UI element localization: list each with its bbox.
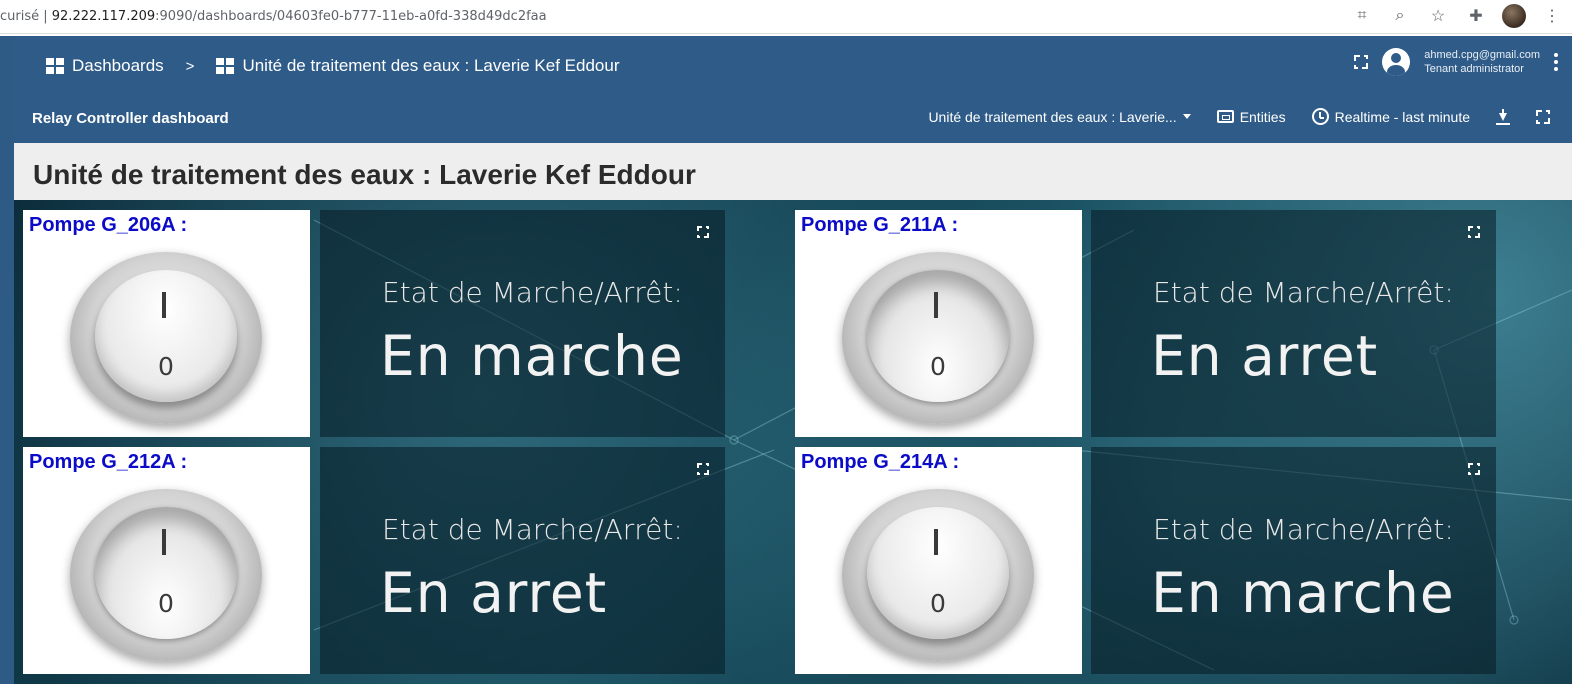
switch-knob[interactable]: 0	[95, 507, 237, 639]
browser-address-bar: curisé | 92.222.117.209:9090/dashboards/…	[0, 0, 1572, 34]
switch-on-mark	[934, 292, 938, 318]
extensions-icon[interactable]: ✚	[1464, 4, 1488, 28]
user-email: ahmed.cpg@gmail.com	[1424, 49, 1540, 61]
bookmark-star-icon[interactable]: ☆	[1426, 4, 1450, 28]
browser-menu-icon[interactable]: ⋮	[1540, 4, 1564, 28]
dashboard-title: Unité de traitement des eaux : Laverie K…	[33, 159, 696, 190]
pump-label: Pompe G_212A :	[29, 451, 188, 473]
side-nav-edge	[0, 36, 14, 684]
switch-knob[interactable]: 0	[867, 507, 1009, 639]
state-widget-g212a: Etat de Marche/Arrêt: En arret	[320, 447, 725, 674]
widget-fullscreen-icon[interactable]	[697, 226, 709, 238]
url-field[interactable]: curisé | 92.222.117.209:9090/dashboards/…	[0, 9, 547, 24]
switch-off-mark: 0	[158, 352, 174, 381]
switch-knob[interactable]: 0	[95, 270, 237, 402]
zoom-icon[interactable]: ⌕	[1388, 4, 1412, 28]
switch-widget-g212a: Pompe G_212A : 0	[23, 447, 310, 674]
state-widget-g206a: Etat de Marche/Arrêt: En marche	[320, 210, 725, 437]
switch-knob[interactable]: 0	[867, 270, 1009, 402]
rotary-switch[interactable]: 0	[70, 252, 262, 424]
state-widget-g214a: Etat de Marche/Arrêt: En marche	[1091, 447, 1496, 674]
breadcrumb-current: Unité de traitement des eaux : Laverie K…	[242, 56, 620, 75]
more-vert-icon[interactable]	[1554, 53, 1558, 71]
switch-off-mark: 0	[930, 589, 946, 618]
profile-avatar[interactable]	[1502, 4, 1526, 28]
state-label: Etat de Marche/Arrêt:	[382, 276, 683, 309]
state-value: En marche	[380, 324, 684, 388]
fullscreen-icon[interactable]	[1354, 55, 1369, 69]
state-label: Etat de Marche/Arrêt:	[1153, 513, 1454, 546]
entity-alias-value: Unité de traitement des eaux : Laverie..…	[928, 108, 1177, 125]
widget-fullscreen-icon[interactable]	[1468, 463, 1480, 475]
dashboard-actions: Unité de traitement des eaux : Laverie..…	[928, 108, 1550, 125]
switch-off-mark: 0	[930, 352, 946, 381]
rotary-switch[interactable]: 0	[70, 489, 262, 661]
switch-on-mark	[162, 292, 166, 318]
dashboard-title-bar: Unité de traitement des eaux : Laverie K…	[14, 143, 1572, 200]
account-icon[interactable]	[1382, 48, 1411, 76]
switch-widget-g211a: Pompe G_211A : 0	[795, 210, 1082, 437]
dashboard-fullscreen-icon[interactable]	[1536, 109, 1550, 124]
entities-button[interactable]: Entities	[1216, 108, 1286, 125]
chevron-down-icon	[1182, 114, 1191, 119]
breadcrumb-separator: >	[185, 57, 195, 75]
entities-icon	[1216, 110, 1234, 123]
user-info[interactable]: ahmed.cpg@gmail.com Tenant administrator	[1424, 48, 1540, 76]
state-value: En arret	[380, 561, 608, 625]
breadcrumb-dashboards[interactable]: Dashboards	[72, 56, 164, 76]
rotary-switch[interactable]: 0	[842, 489, 1034, 661]
state-value: En marche	[1151, 561, 1455, 625]
translate-icon[interactable]: ⌗	[1350, 4, 1374, 28]
switch-off-mark: 0	[158, 589, 174, 618]
pump-label: Pompe G_214A :	[801, 451, 960, 473]
state-value: En arret	[1151, 324, 1379, 388]
url-host: 92.222.117.209	[51, 9, 156, 24]
rotary-switch[interactable]: 0	[842, 252, 1034, 424]
browser-actions: ⌗ ⌕ ☆ ✚ ⋮	[1350, 4, 1564, 28]
state-widget-g211a: Etat de Marche/Arrêt: En arret	[1091, 210, 1496, 437]
pump-label: Pompe G_211A :	[801, 214, 959, 236]
pump-label: Pompe G_206A :	[29, 214, 188, 236]
user-role: Tenant administrator	[1424, 63, 1524, 75]
widget-fullscreen-icon[interactable]	[697, 463, 709, 475]
switch-on-mark	[934, 529, 938, 555]
switch-on-mark	[162, 529, 166, 555]
widget-fullscreen-icon[interactable]	[1468, 226, 1480, 238]
switch-widget-g206a: Pompe G_206A : 0	[23, 210, 310, 437]
download-icon[interactable]	[1496, 108, 1510, 125]
user-menu: ahmed.cpg@gmail.com Tenant administrator	[1354, 48, 1558, 76]
top-toolbar: Dashboards > Unité de traitement des eau…	[14, 36, 1572, 143]
url-path: :9090/dashboards/04603fe0-b777-11eb-a0fd…	[155, 9, 547, 24]
state-label: Etat de Marche/Arrêt:	[1153, 276, 1454, 309]
switch-widget-g214a: Pompe G_214A : 0	[795, 447, 1082, 674]
dashboard-canvas: Pompe G_206A : 0 Etat de Marche/Arrêt: E…	[14, 200, 1572, 684]
timewindow-button[interactable]: Realtime - last minute	[1311, 108, 1470, 125]
timewindow-label: Realtime - last minute	[1334, 108, 1470, 125]
entities-label: Entities	[1239, 108, 1286, 125]
dashboard-name: Relay Controller dashboard	[32, 110, 229, 127]
breadcrumb: Dashboards > Unité de traitement des eau…	[46, 56, 620, 76]
dashboard-icon	[216, 58, 235, 74]
clock-icon	[1311, 108, 1329, 125]
state-label: Etat de Marche/Arrêt:	[382, 513, 683, 546]
security-indicator[interactable]: curisé |	[0, 9, 52, 24]
dashboards-icon	[46, 58, 64, 74]
entity-alias-select[interactable]: Unité de traitement des eaux : Laverie..…	[928, 108, 1191, 125]
